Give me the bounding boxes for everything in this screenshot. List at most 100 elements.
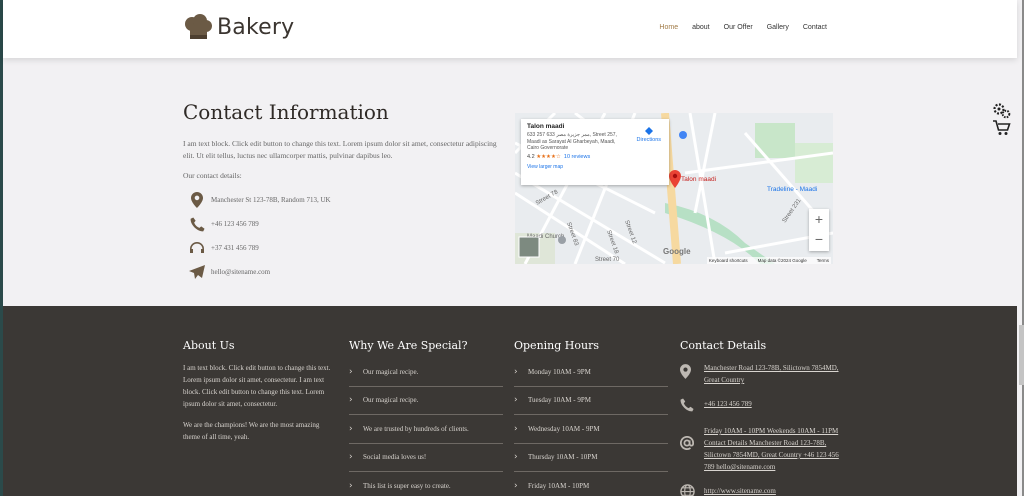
site-footer: About Us I am text block. Click edit but… [3, 306, 1017, 496]
keyboard-shortcuts-link[interactable]: Keyboard shortcuts [709, 258, 748, 263]
site-header: Bakery Home about Our Offer Gallery Cont… [3, 0, 1017, 58]
chevron-right-icon: › [349, 423, 353, 434]
list-item-text: This list is super easy to create. [363, 481, 451, 490]
contact-title: Contact Information [183, 100, 389, 124]
contact-address-text: Manchester St 123-78B, Random 713, UK [211, 196, 331, 204]
footer-hours: Opening Hours › Monday 10AM - 9PM › Tuesda… [514, 339, 668, 496]
chevron-right-icon: › [514, 395, 518, 406]
list-item: › Friday 10AM - 10PM [514, 472, 668, 496]
rating-stars: ★★★★☆ [536, 153, 561, 160]
contact-detail-email: hello@sitename.com [183, 260, 513, 284]
nav-about[interactable]: about [692, 24, 710, 31]
footer-address-link[interactable]: Manchester Road 123-78B, Silictown 7854M… [704, 362, 840, 386]
list-item-text: Social media loves us! [363, 453, 427, 462]
footer-phone-link[interactable]: +46 123 456 789 [704, 395, 752, 410]
contact-support-text: +37 431 456 789 [211, 244, 259, 252]
map-pin-label: Talon maadi [681, 176, 717, 183]
chevron-right-icon: › [514, 423, 518, 434]
chevron-right-icon: › [514, 452, 518, 463]
contact-detail-address: Manchester St 123-78B, Random 713, UK [183, 188, 513, 212]
list-item: › Our magical recipe. [349, 358, 503, 387]
chevron-right-icon: › [514, 480, 518, 491]
gears-icon[interactable] [993, 103, 1011, 119]
footer-contact-address: Manchester Road 123-78B, Silictown 7854M… [680, 362, 840, 386]
footer-website-link[interactable]: http://www.sitename.com [704, 482, 776, 496]
contact-email-text: hello@sitename.com [211, 268, 271, 276]
place-address: 633 257 633 ممر جزيرة مصر, Street 257, M… [527, 132, 617, 151]
phone-icon [680, 395, 704, 416]
globe-icon [680, 482, 704, 496]
list-item: › Thursday 10AM - 10PM [514, 444, 668, 472]
chevron-right-icon: › [349, 366, 353, 377]
chef-hat-icon [185, 14, 212, 39]
zoom-out-button[interactable]: − [809, 229, 829, 249]
map-zoom-control: + − [809, 209, 829, 251]
footer-email-link[interactable]: Friday 10AM - 10PM Weekends 10AM - 11PM … [704, 425, 840, 473]
chevron-right-icon: › [514, 366, 518, 377]
zoom-in-button[interactable]: + [809, 209, 829, 229]
nav-our-offer[interactable]: Our Offer [724, 24, 753, 31]
map-marker-icon [680, 362, 704, 383]
list-item: › We are trusted by hundreds of clients. [349, 415, 503, 444]
map-poi-label: Tradeline - Maadi [767, 186, 818, 193]
contact-phone-text: +46 123 456 789 [211, 220, 259, 228]
logo[interactable]: Bakery [183, 14, 294, 40]
list-item-text: Our magical recipe. [363, 396, 419, 405]
shopping-cart-icon[interactable] [993, 120, 1011, 136]
contact-details-label: Our contact details: [183, 171, 242, 180]
chevron-right-icon: › [349, 452, 353, 463]
list-item: › This list is super easy to create. [349, 472, 503, 496]
footer-contact-title: Contact Details [680, 339, 767, 352]
nav-home[interactable]: Home [659, 24, 678, 31]
map-footer: Keyboard shortcuts Map data ©2024 Google… [706, 257, 831, 264]
street-label: Street 70 [595, 257, 620, 263]
map-pin-icon[interactable] [669, 170, 681, 188]
scrollbar-thumb[interactable] [1019, 325, 1024, 385]
list-item: › Tuesday 10AM - 9PM [514, 387, 668, 415]
list-item-text: Thursday 10AM - 10PM [528, 453, 598, 462]
headphones-icon [183, 241, 211, 255]
contact-detail-phone: +46 123 456 789 [183, 212, 513, 236]
list-item: › Our magical recipe. [349, 387, 503, 415]
list-item: › Social media loves us! [349, 444, 503, 472]
side-floating-icons [993, 103, 1011, 136]
footer-about: About Us I am text block. Click edit but… [183, 339, 337, 452]
main-nav: Home about Our Offer Gallery Contact [659, 24, 827, 31]
list-item-text: We are trusted by hundreds of clients. [363, 424, 469, 433]
google-logo: Google [663, 247, 691, 256]
footer-about-tagline: We are the champions! We are the most am… [183, 421, 320, 441]
footer-about-text: I am text block. Click edit button to ch… [183, 364, 331, 408]
list-item-text: Monday 10AM - 9PM [528, 367, 591, 376]
logo-text: Bakery [217, 14, 295, 40]
list-item-text: Wednesday 10AM - 9PM [528, 424, 600, 433]
reviews-link[interactable]: 10 reviews [564, 154, 590, 160]
footer-special-title: Why We Are Special? [349, 339, 468, 352]
list-item-text: Friday 10AM - 10PM [528, 481, 590, 490]
list-item-text: Tuesday 10AM - 9PM [528, 396, 591, 405]
directions-icon [644, 127, 653, 135]
map-marker-icon [183, 192, 211, 208]
footer-contact-web: http://www.sitename.com [680, 482, 840, 496]
map-data-text: Map data ©2024 Google [757, 258, 807, 263]
directions-button[interactable]: Directions [637, 127, 661, 143]
contact-intro: I am text block. Click edit button to ch… [183, 139, 497, 160]
footer-special: Why We Are Special? › Our magical recipe.… [349, 339, 503, 496]
view-larger-map-link[interactable]: View larger map [527, 164, 663, 170]
rating-value: 4.2 [527, 153, 535, 160]
list-item: › Wednesday 10AM - 9PM [514, 415, 668, 444]
directions-label: Directions [636, 137, 661, 143]
at-sign-icon [680, 425, 704, 454]
google-map[interactable]: Street 78 Street 83 Street 18 Street 12 … [515, 113, 833, 264]
map-place-card: Talon maadi 633 257 633 ممر جزيرة مصر, S… [521, 119, 669, 185]
list-item: › Monday 10AM - 9PM [514, 358, 668, 387]
contact-detail-support: +37 431 456 789 [183, 236, 513, 260]
chevron-right-icon: › [349, 395, 353, 406]
place-rating: 4.2 ★★★★☆ 10 reviews [527, 154, 663, 160]
phone-icon [183, 216, 211, 232]
nav-contact[interactable]: Contact [803, 24, 827, 31]
paper-plane-icon [183, 265, 211, 279]
footer-contact: Contact Details Manchester Road 123-78B,… [680, 339, 840, 496]
terms-link[interactable]: Terms [817, 258, 829, 263]
footer-contact-phone: +46 123 456 789 [680, 395, 840, 416]
nav-gallery[interactable]: Gallery [767, 24, 789, 31]
